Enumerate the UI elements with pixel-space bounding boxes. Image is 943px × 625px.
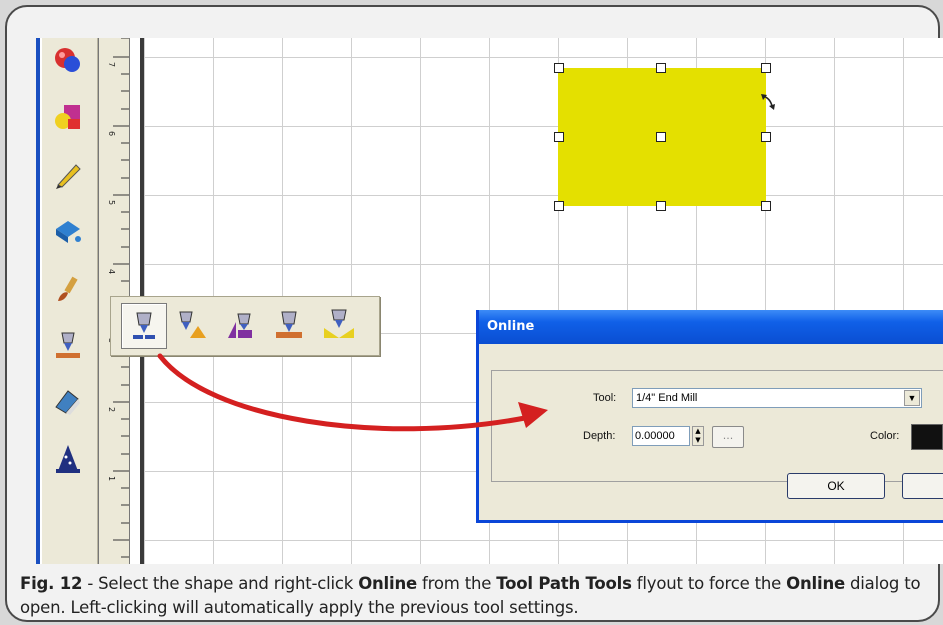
- caption-text: - Select the shape and right-click: [82, 574, 359, 593]
- callout-arrow: [157, 353, 548, 432]
- figure-caption: Fig. 12 - Select the shape and right-cli…: [20, 572, 935, 620]
- caption-bold-tool-path-tools: Tool Path Tools: [496, 574, 632, 593]
- caption-fig-number: Fig. 12: [20, 574, 83, 593]
- caption-bold-online: Online: [786, 574, 845, 593]
- caption-text: from the: [417, 574, 497, 593]
- caption-bold-online: Online: [358, 574, 418, 593]
- caption-text: flyout to force the: [631, 574, 787, 593]
